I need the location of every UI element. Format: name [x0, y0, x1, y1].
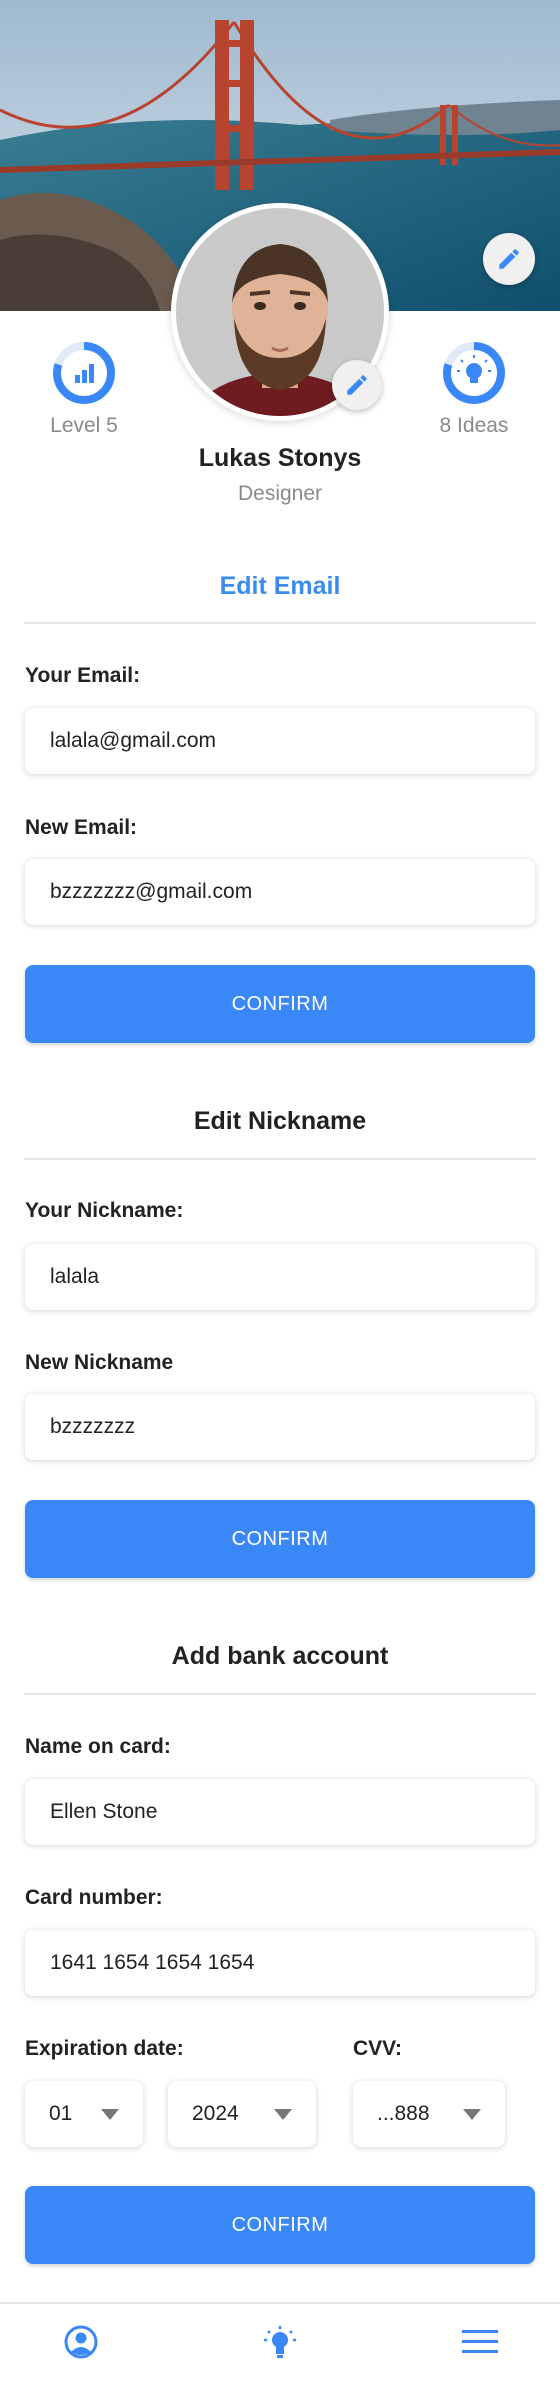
cvv-value: ...888 — [377, 2102, 430, 2125]
cvv-select[interactable]: ...888 — [353, 2081, 505, 2147]
level-ring — [51, 340, 117, 406]
ideas-stat: 8 Ideas — [404, 340, 544, 438]
hamburger-menu-icon — [462, 2330, 498, 2353]
lightbulb-icon — [457, 355, 491, 383]
bottom-tab-bar — [0, 2302, 560, 2381]
avatar-frame — [171, 203, 389, 421]
confirm-bank-button[interactable]: CONFIRM — [25, 2186, 535, 2264]
divider — [24, 1158, 536, 1160]
your-email-field[interactable]: lalala@gmail.com — [25, 708, 535, 774]
lightbulb-icon — [264, 2326, 296, 2358]
cvv-label: CVV: — [353, 2037, 403, 2060]
chevron-down-icon — [274, 2108, 292, 2120]
divider — [24, 622, 536, 624]
card-number-label: Card number: — [25, 1886, 163, 1909]
level-label: Level 5 — [50, 414, 118, 437]
profile-role: Designer — [237, 482, 323, 505]
card-number-field[interactable]: 1641 1654 1654 1654 — [25, 1930, 535, 1996]
tab-profile[interactable] — [59, 2320, 103, 2364]
user-circle-icon — [64, 2325, 98, 2359]
tab-ideas[interactable] — [258, 2320, 302, 2364]
level-stat: Level 5 — [14, 340, 154, 438]
divider — [24, 1693, 536, 1695]
expiry-month-value: 01 — [49, 2102, 73, 2125]
confirm-email-button[interactable]: CONFIRM — [25, 965, 535, 1043]
pencil-icon — [347, 375, 367, 395]
tab-menu[interactable] — [458, 2320, 502, 2364]
expiry-month-select[interactable]: 01 — [25, 2081, 143, 2147]
expiry-year-value: 2024 — [192, 2102, 239, 2125]
ideas-label: 8 Ideas — [439, 414, 509, 437]
name-on-card-field[interactable]: Ellen Stone — [25, 1779, 535, 1845]
edit-email-title[interactable]: Edit Email — [0, 572, 560, 601]
new-email-label: New Email: — [25, 816, 138, 839]
your-nickname-label: Your Nickname: — [25, 1199, 184, 1222]
cover-edit-button[interactable] — [483, 233, 535, 285]
your-email-label: Your Email: — [25, 664, 141, 687]
new-nickname-field[interactable]: bzzzzzzz — [25, 1394, 535, 1460]
edit-nickname-title: Edit Nickname — [193, 1107, 367, 1135]
chevron-down-icon — [463, 2108, 481, 2120]
name-on-card-label: Name on card: — [25, 1735, 171, 1758]
confirm-nickname-button[interactable]: CONFIRM — [25, 1500, 535, 1578]
chevron-down-icon — [101, 2108, 119, 2120]
your-nickname-field[interactable]: lalala — [25, 1244, 535, 1310]
avatar-edit-button[interactable] — [332, 360, 382, 410]
new-nickname-label: New Nickname — [25, 1351, 174, 1374]
bank-title: Add bank account — [171, 1642, 389, 1670]
new-email-field[interactable]: bzzzzzzz@gmail.com — [25, 859, 535, 925]
profile-name: Lukas Stonys — [198, 444, 362, 472]
pencil-icon — [499, 249, 519, 269]
expiration-date-label: Expiration date: — [25, 2037, 184, 2060]
bar-chart-icon — [75, 364, 94, 383]
ideas-ring — [441, 340, 507, 406]
expiry-year-select[interactable]: 2024 — [168, 2081, 316, 2147]
